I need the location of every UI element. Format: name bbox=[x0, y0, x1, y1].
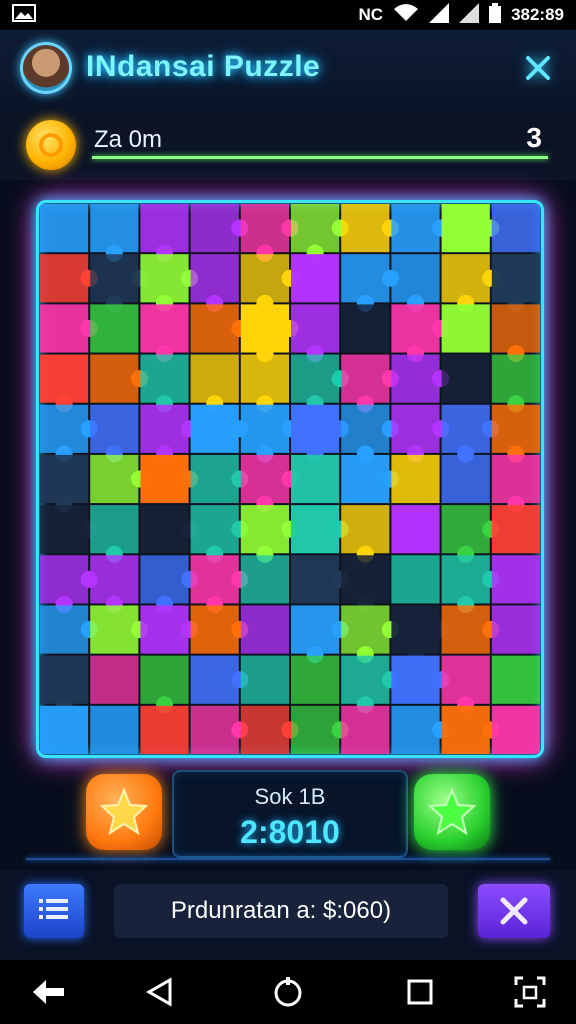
score-label: Za 0m bbox=[94, 126, 163, 153]
signal-2-icon bbox=[459, 2, 480, 28]
back-icon[interactable] bbox=[28, 974, 68, 1010]
signal-icon bbox=[429, 2, 450, 28]
puzzle-grid[interactable] bbox=[39, 203, 541, 755]
coin-icon bbox=[26, 120, 76, 170]
close-icon[interactable] bbox=[518, 48, 558, 88]
menu-button[interactable] bbox=[24, 884, 84, 938]
navigation-bar bbox=[0, 960, 576, 1024]
footer-bar: Prdunratan a: $:060) bbox=[0, 870, 576, 960]
recents-icon[interactable] bbox=[400, 974, 440, 1010]
triangle-back-icon[interactable] bbox=[140, 974, 180, 1010]
star-icon bbox=[99, 787, 149, 836]
wifi-icon bbox=[393, 3, 419, 28]
score-value: 3 bbox=[526, 122, 542, 153]
orange-star-button[interactable] bbox=[86, 774, 162, 850]
info-field: Prdunratan a: $:060) bbox=[114, 884, 448, 938]
timer-value: 2:8010 bbox=[240, 814, 340, 850]
close-x-icon bbox=[500, 897, 528, 925]
status-time: 382:89 bbox=[511, 5, 564, 24]
puzzle-board[interactable] bbox=[36, 200, 544, 758]
timer-box: Sok 1B 2:8010 bbox=[172, 770, 408, 858]
timer-label: Sok 1B bbox=[254, 784, 326, 809]
close-button[interactable] bbox=[478, 884, 550, 938]
divider bbox=[26, 858, 550, 860]
green-star-button[interactable] bbox=[414, 774, 490, 850]
status-bar: NC 382:89 bbox=[0, 0, 576, 30]
board-sheen bbox=[39, 203, 541, 755]
score-row: Za 0m 3 bbox=[0, 110, 576, 180]
app-header: INdansai Puzzle bbox=[0, 30, 576, 110]
bottom-controls: Sok 1B 2:8010 bbox=[0, 760, 576, 870]
nfc-indicator: NC bbox=[358, 5, 384, 24]
battery-icon bbox=[489, 2, 502, 28]
score-progress-line bbox=[92, 156, 548, 159]
image-icon bbox=[12, 3, 36, 27]
list-icon bbox=[39, 899, 68, 919]
home-icon[interactable] bbox=[268, 974, 308, 1010]
app-title: INdansai Puzzle bbox=[86, 50, 321, 83]
avatar-icon[interactable] bbox=[20, 42, 72, 94]
star-icon bbox=[427, 787, 477, 836]
screenshot-icon[interactable] bbox=[510, 974, 550, 1010]
